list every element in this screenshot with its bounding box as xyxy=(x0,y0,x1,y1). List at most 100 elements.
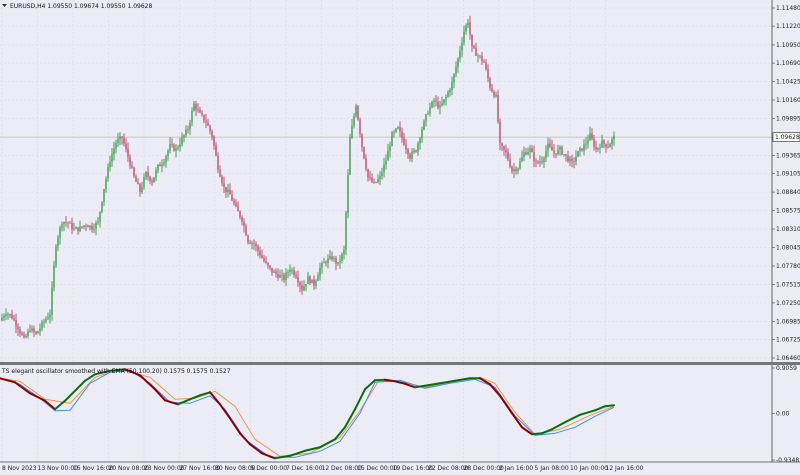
candle-body xyxy=(381,172,383,176)
time-tick-label: 7 Dec 16:00 xyxy=(286,465,323,472)
candle-body xyxy=(607,147,609,148)
candle-body xyxy=(407,149,409,155)
candle-body xyxy=(285,272,287,281)
candle-body xyxy=(83,225,85,227)
candle-body xyxy=(229,189,231,195)
candle-body xyxy=(459,50,461,59)
candle-body xyxy=(361,133,363,147)
candle-body xyxy=(1,317,3,321)
candle-body xyxy=(591,133,593,139)
candle-body xyxy=(23,334,25,338)
candle-body xyxy=(355,106,357,117)
candle-body xyxy=(469,22,471,35)
candle-body xyxy=(63,222,65,225)
pane-separator[interactable] xyxy=(0,362,800,365)
candle-body xyxy=(435,100,437,102)
candle-body xyxy=(227,189,229,193)
candle-body xyxy=(163,162,165,165)
candle-body xyxy=(75,227,77,229)
candle-body xyxy=(539,161,541,163)
candle-body xyxy=(391,132,393,146)
candle-body xyxy=(339,260,341,263)
candle-body xyxy=(267,263,269,266)
candle-body xyxy=(39,328,41,332)
candle-body xyxy=(31,328,33,332)
candle-body xyxy=(81,226,83,228)
candle-body xyxy=(415,150,417,152)
candle-body xyxy=(187,129,189,131)
candle-body xyxy=(213,136,215,146)
candle-body xyxy=(329,256,331,259)
candle-body xyxy=(73,228,75,230)
candle-body xyxy=(467,22,469,26)
candle-body xyxy=(85,225,87,227)
candle-body xyxy=(613,135,615,140)
candle-body xyxy=(555,153,557,155)
candle-body xyxy=(337,262,339,264)
candle-body xyxy=(131,165,133,168)
time-tick-label: 5 Dec 00:00 xyxy=(251,465,288,472)
candle-body xyxy=(419,138,421,144)
oscillator-segment-up xyxy=(604,404,615,408)
candle-body xyxy=(353,116,355,126)
candle-body xyxy=(161,164,163,167)
chart-window[interactable]: 8 Nov 2023 13 Nov 00:00 15 Nov 16:00 20 Nov… xyxy=(0,0,800,475)
candle-body xyxy=(585,143,587,145)
candle-body xyxy=(565,154,567,156)
candle-body xyxy=(479,55,481,57)
candle-body xyxy=(321,263,323,268)
main-chart-area[interactable] xyxy=(0,0,772,363)
candle-body xyxy=(9,314,11,315)
candle-body xyxy=(191,110,193,123)
candle-body xyxy=(389,145,391,151)
candle-body xyxy=(143,177,145,188)
candle-body xyxy=(59,227,61,238)
candle-body xyxy=(93,228,95,230)
candle-body xyxy=(549,143,551,147)
candle-body xyxy=(535,161,537,162)
time-tick-label: 19 Dec 16:00 xyxy=(393,465,434,472)
candle-body xyxy=(287,272,289,273)
candle-body xyxy=(251,242,253,244)
candle-body xyxy=(519,161,521,169)
candle-body xyxy=(101,201,103,212)
candle-body xyxy=(387,150,389,161)
candle-body xyxy=(89,225,91,228)
candle-body xyxy=(69,222,71,224)
candle-body xyxy=(203,114,205,121)
candle-body xyxy=(367,169,369,178)
candle-body xyxy=(369,177,371,179)
candle-body xyxy=(211,131,213,137)
candle-body xyxy=(429,107,431,114)
candle-body xyxy=(421,129,423,139)
candle-body xyxy=(281,274,283,276)
candle-body xyxy=(7,314,9,315)
candle-body xyxy=(221,176,223,184)
candle-body xyxy=(491,88,493,92)
candle-body xyxy=(289,269,291,273)
candle-body xyxy=(307,276,309,285)
candle-body xyxy=(587,140,589,144)
candle-body xyxy=(589,133,591,141)
candle-body xyxy=(129,156,131,166)
oscillator-segment-up xyxy=(531,432,543,436)
candle-body xyxy=(153,177,155,183)
candle-body xyxy=(13,318,15,321)
time-tick-label: 15 Dec 00:00 xyxy=(357,465,398,472)
candle-body xyxy=(449,89,451,93)
candle-body xyxy=(579,148,581,152)
candle-body xyxy=(507,152,509,160)
candle-body xyxy=(347,174,349,214)
candle-body xyxy=(463,31,465,43)
candle-body xyxy=(357,106,359,120)
price-tick-label: 1.08310 xyxy=(776,226,800,233)
time-tick-label: 12 Jan 16:00 xyxy=(606,465,644,472)
candle-body xyxy=(531,148,533,153)
time-tick-label: 28 Dec 00:00 xyxy=(464,465,505,472)
candle-body xyxy=(333,258,335,260)
candle-body xyxy=(275,271,277,274)
candle-body xyxy=(505,149,507,153)
candle-body xyxy=(173,144,175,151)
time-tick-label: 10 Jan 00:00 xyxy=(570,465,608,472)
candle-body xyxy=(471,34,473,47)
